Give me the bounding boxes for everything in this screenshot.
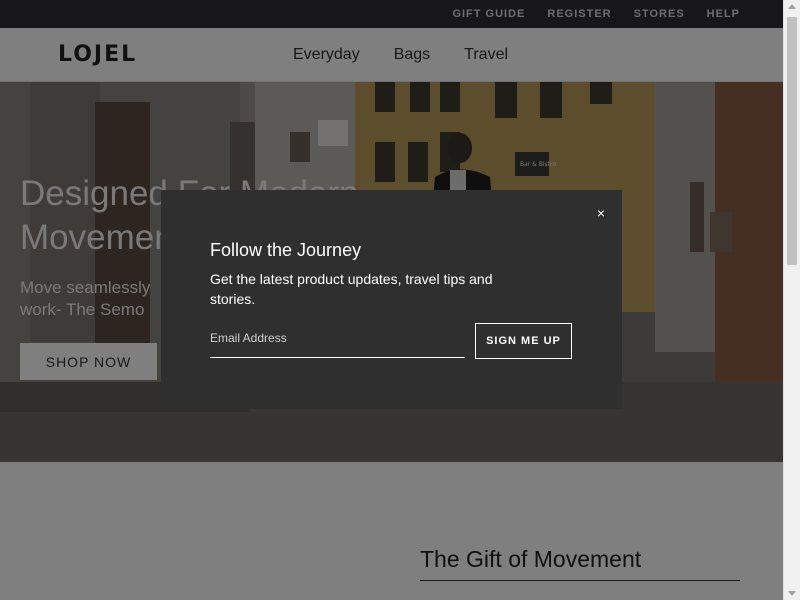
email-input[interactable] (210, 323, 465, 357)
sign-me-up-button[interactable]: SIGN ME UP (475, 323, 572, 359)
newsletter-modal: × Follow the Journey Get the latest prod… (161, 190, 622, 409)
email-field (210, 323, 465, 358)
scroll-up-arrow-icon[interactable] (788, 4, 796, 9)
page: GIFT GUIDE REGISTER STORES HELP LOJEL Ev… (0, 0, 783, 600)
scroll-down-arrow-icon[interactable] (788, 591, 796, 596)
close-icon[interactable]: × (594, 206, 608, 220)
modal-title: Follow the Journey (210, 240, 362, 260)
modal-description: Get the latest product updates, travel t… (210, 271, 493, 307)
scrollbar[interactable] (783, 0, 800, 600)
scrollbar-thumb[interactable] (787, 17, 797, 265)
